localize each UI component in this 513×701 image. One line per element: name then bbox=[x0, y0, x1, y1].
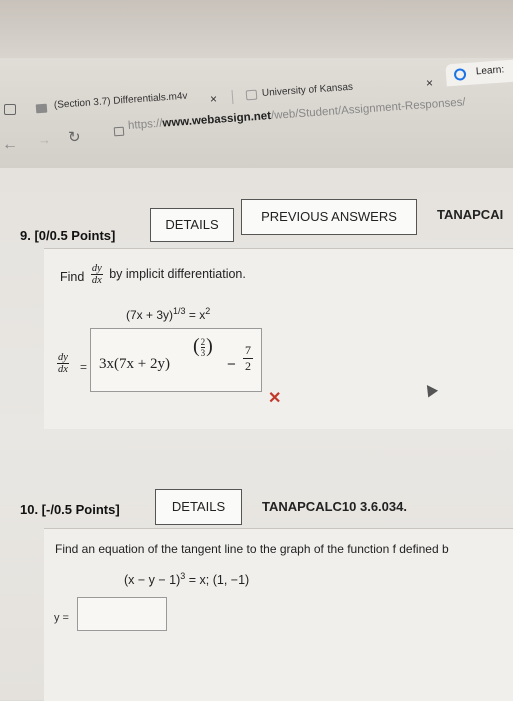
tab-differentials[interactable]: (Section 3.7) Differentials.m4v bbox=[54, 91, 188, 111]
tangent-eq-exp: 3 bbox=[180, 571, 186, 581]
tab-differentials-close-icon[interactable]: × bbox=[210, 92, 217, 106]
video-file-icon bbox=[35, 103, 48, 114]
find-instruction: Find dy dx by implicit differentiation. bbox=[60, 263, 246, 286]
eq-rhs-exponent: 2 bbox=[205, 306, 211, 316]
eq-rhs: = x bbox=[188, 308, 206, 322]
answer-seven-halves: 7 2 bbox=[243, 343, 253, 374]
details-button-q10[interactable]: DETAILS bbox=[155, 489, 242, 525]
url-prefix: https:// bbox=[127, 117, 163, 132]
answer-main-expression: 3x(7x + 2y) bbox=[99, 356, 170, 372]
answer-equals: = bbox=[80, 360, 88, 374]
dy-dx-fraction: dy dx bbox=[90, 263, 103, 286]
search-icon bbox=[453, 68, 467, 81]
exp-num: 2 bbox=[200, 336, 206, 348]
tab-separator-icon bbox=[231, 89, 234, 105]
question-10-number: 10. [-/0.5 Points] bbox=[20, 502, 120, 517]
answer-input-q9[interactable]: 3x(7x + 2y) ( 2 3 ) − 7 2 bbox=[90, 328, 262, 392]
frac-num: dy bbox=[90, 263, 103, 275]
exp-den: 3 bbox=[200, 347, 206, 358]
url-host: www.webassign.net bbox=[162, 110, 272, 130]
question-10-prompt: Find an equation of the tangent line to … bbox=[55, 542, 449, 556]
answer-label-fraction: dy dx bbox=[57, 352, 69, 375]
ans-frac-den: dx bbox=[58, 364, 68, 375]
details-button-q9[interactable]: DETAILS bbox=[150, 208, 234, 242]
course-code-q10: TANAPCALC10 3.6.034. bbox=[262, 499, 407, 514]
sidebar-toggle-icon[interactable] bbox=[4, 104, 16, 115]
by-implicit-text: by implicit differentiation. bbox=[109, 266, 246, 281]
incorrect-x-icon: ✕ bbox=[268, 390, 282, 407]
tangent-eq-lhs: (x − y − 1) bbox=[124, 573, 181, 588]
reload-icon[interactable]: ↻ bbox=[68, 128, 81, 146]
y-answer-input[interactable] bbox=[77, 597, 167, 631]
browser-chrome: (Section 3.7) Differentials.m4v × Univer… bbox=[0, 0, 513, 168]
frac-den: dx bbox=[91, 275, 102, 286]
url-path: /web/Student/Assignment-Responses/ bbox=[270, 96, 466, 122]
y-equals-label: y = bbox=[54, 612, 69, 624]
tab-differentials-title: (Section 3.7) Differentials.m4v bbox=[53, 90, 188, 111]
seven-den: 2 bbox=[245, 359, 251, 373]
question-9-number: 9. [0/0.5 Points] bbox=[20, 228, 116, 243]
kansas-favicon-icon bbox=[245, 89, 258, 101]
previous-answers-button[interactable]: PREVIOUS ANSWERS bbox=[241, 199, 417, 235]
back-arrow-icon[interactable]: ← bbox=[2, 136, 18, 154]
eq-lhs: (7x + 3y) bbox=[126, 308, 174, 322]
seven-num: 7 bbox=[243, 343, 253, 359]
find-word: Find bbox=[60, 269, 85, 284]
tangent-equation: (x − y − 1)3 = x; (1, −1) bbox=[124, 571, 249, 587]
answer-exponent-group: ( 2 3 ) bbox=[193, 335, 213, 358]
tab-kansas-close-icon[interactable]: × bbox=[426, 76, 433, 90]
tab-university-of-kansas[interactable]: University of Kansas bbox=[262, 82, 354, 99]
lock-icon bbox=[113, 126, 125, 137]
implicit-equation: (7x + 3y)1/3 = x2 bbox=[126, 306, 210, 322]
eq-exponent: 1/3 bbox=[173, 306, 186, 316]
answer-exp-fraction: 2 3 bbox=[200, 336, 206, 358]
device-bezel bbox=[0, 0, 513, 58]
course-code-q9: TANAPCAI bbox=[437, 207, 504, 222]
forward-arrow-icon[interactable]: → bbox=[38, 132, 51, 147]
tab-kansas-title: University of Kansas bbox=[261, 81, 354, 99]
tab-learn[interactable]: Learn: bbox=[445, 59, 513, 87]
answer-minus: − bbox=[227, 356, 236, 373]
ans-frac-num: dy bbox=[57, 352, 69, 364]
tab-learn-title: Learn: bbox=[475, 64, 505, 78]
tangent-eq-rhs: = x; (1, −1) bbox=[188, 573, 250, 588]
